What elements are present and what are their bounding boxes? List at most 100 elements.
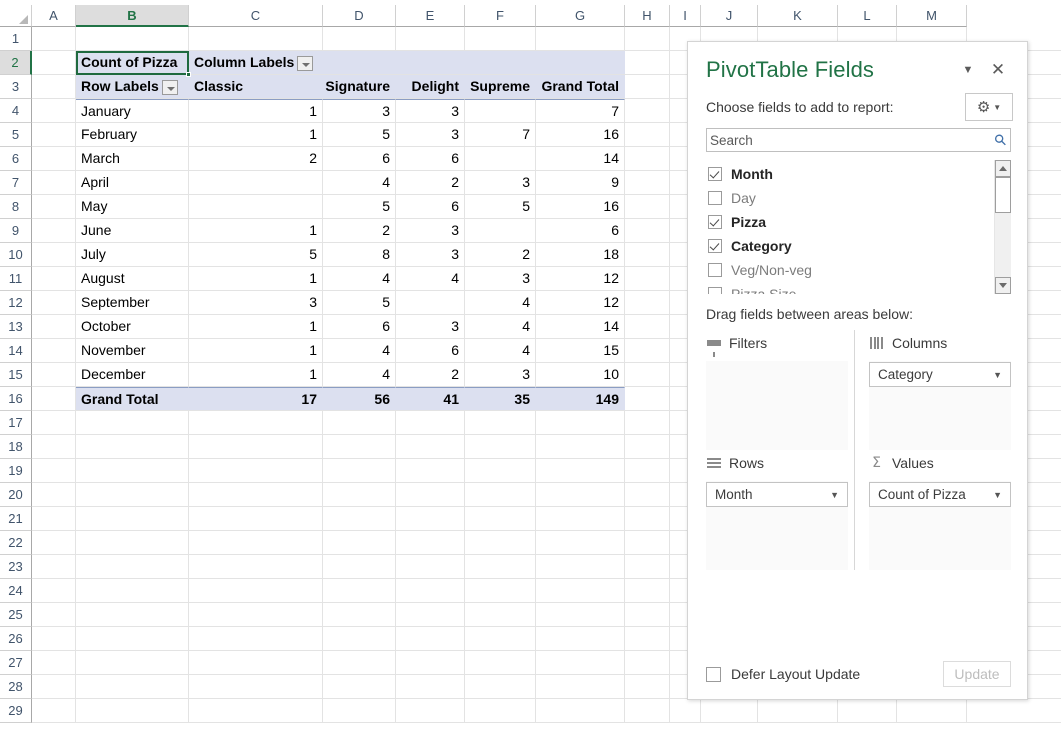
row-header-6[interactable]: 6 [0,147,32,171]
column-header-g[interactable]: G [536,5,625,27]
cell-A2[interactable] [32,51,76,74]
cell-B24[interactable] [76,579,189,602]
cell-H3[interactable] [625,75,670,98]
cell-D5[interactable]: 5 [323,123,396,146]
cell-C17[interactable] [189,411,323,434]
cell-A3[interactable] [32,75,76,98]
cell-E4[interactable]: 3 [396,99,465,122]
update-button[interactable]: Update [943,661,1011,687]
cell-D26[interactable] [323,627,396,650]
cell-F9[interactable] [465,219,536,242]
cell-F28[interactable] [465,675,536,698]
cell-B5[interactable]: February [76,123,189,146]
area-filters-dropzone[interactable] [706,361,848,450]
cell-D9[interactable]: 2 [323,219,396,242]
search-box[interactable]: ⚲ [706,128,1011,152]
cell-H9[interactable] [625,219,670,242]
scrollbar-thumb[interactable] [995,177,1011,213]
cell-H29[interactable] [625,699,670,722]
cell-C26[interactable] [189,627,323,650]
cell-G26[interactable] [536,627,625,650]
cell-D20[interactable] [323,483,396,506]
cell-E15[interactable]: 2 [396,363,465,386]
cell-C7[interactable] [189,171,323,194]
row-header-1[interactable]: 1 [0,27,32,51]
column-header-e[interactable]: E [396,5,465,27]
row-header-25[interactable]: 25 [0,603,32,627]
cell-E13[interactable]: 3 [396,315,465,338]
field-item-day[interactable]: Day [706,186,994,210]
row-header-20[interactable]: 20 [0,483,32,507]
cell-E8[interactable]: 6 [396,195,465,218]
cell-C6[interactable]: 2 [189,147,323,170]
cell-E16[interactable]: 41 [396,387,465,410]
cell-C21[interactable] [189,507,323,530]
cell-A17[interactable] [32,411,76,434]
cell-H27[interactable] [625,651,670,674]
area-values-dropzone[interactable]: Count of Pizza▼ [869,481,1011,570]
search-input[interactable] [710,133,995,148]
cell-D11[interactable]: 4 [323,267,396,290]
column-header-d[interactable]: D [323,5,396,27]
cell-C4[interactable]: 1 [189,99,323,122]
cell-A25[interactable] [32,603,76,626]
cell-A16[interactable] [32,387,76,410]
cell-F15[interactable]: 3 [465,363,536,386]
cell-D24[interactable] [323,579,396,602]
column-header-l[interactable]: L [838,5,897,27]
row-header-21[interactable]: 21 [0,507,32,531]
cell-B13[interactable]: October [76,315,189,338]
cell-D22[interactable] [323,531,396,554]
cell-A9[interactable] [32,219,76,242]
cell-D1[interactable] [323,27,396,50]
cell-B8[interactable]: May [76,195,189,218]
chevron-down-icon[interactable]: ▼ [830,490,843,500]
row-header-29[interactable]: 29 [0,699,32,723]
cell-G27[interactable] [536,651,625,674]
cell-G17[interactable] [536,411,625,434]
cell-F6[interactable] [465,147,536,170]
cell-H25[interactable] [625,603,670,626]
cell-I29[interactable] [670,699,701,722]
cell-B12[interactable]: September [76,291,189,314]
cell-H11[interactable] [625,267,670,290]
scroll-up-button[interactable] [995,160,1011,177]
cell-A28[interactable] [32,675,76,698]
cell-H4[interactable] [625,99,670,122]
cell-E20[interactable] [396,483,465,506]
cell-A27[interactable] [32,651,76,674]
column-header-m[interactable]: M [897,5,967,27]
cell-G9[interactable]: 6 [536,219,625,242]
cell-A18[interactable] [32,435,76,458]
cell-B23[interactable] [76,555,189,578]
cell-B2[interactable]: Count of Pizza [76,51,189,74]
cell-F20[interactable] [465,483,536,506]
cell-A11[interactable] [32,267,76,290]
cell-D27[interactable] [323,651,396,674]
cell-C27[interactable] [189,651,323,674]
cell-A22[interactable] [32,531,76,554]
cell-C18[interactable] [189,435,323,458]
area-field-pill-category[interactable]: Category▼ [869,362,1011,387]
cell-A19[interactable] [32,459,76,482]
cell-A10[interactable] [32,243,76,266]
cell-B28[interactable] [76,675,189,698]
cell-B14[interactable]: November [76,339,189,362]
cell-H2[interactable] [625,51,670,74]
cell-D19[interactable] [323,459,396,482]
cell-A8[interactable] [32,195,76,218]
cell-E12[interactable] [396,291,465,314]
cell-G6[interactable]: 14 [536,147,625,170]
area-filters[interactable]: Filters [706,330,854,450]
cell-B19[interactable] [76,459,189,482]
cell-G12[interactable]: 12 [536,291,625,314]
row-header-3[interactable]: 3 [0,75,32,99]
cell-A29[interactable] [32,699,76,722]
fill-handle[interactable] [186,72,191,77]
cell-F18[interactable] [465,435,536,458]
cell-E24[interactable] [396,579,465,602]
cell-B3[interactable]: Row Labels [76,75,189,98]
cell-C5[interactable]: 1 [189,123,323,146]
field-item-category[interactable]: Category [706,234,994,258]
cell-C10[interactable]: 5 [189,243,323,266]
